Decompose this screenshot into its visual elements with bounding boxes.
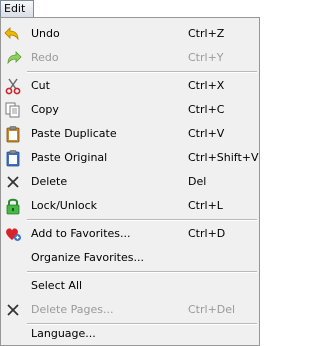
menu-item-organize-favorites[interactable]: Organize Favorites... bbox=[1, 246, 259, 270]
menu-item-shortcut: Ctrl+D bbox=[188, 227, 226, 240]
edit-menu-label: Edit bbox=[4, 2, 26, 15]
menu-item-select-all[interactable]: Select All bbox=[1, 274, 259, 298]
menu-item-label: Organize Favorites... bbox=[31, 251, 144, 264]
menu-item-shortcut: Ctrl+X bbox=[188, 79, 225, 92]
menu-item-label: Add to Favorites... bbox=[31, 227, 131, 240]
menu-item-label: Undo bbox=[31, 27, 60, 40]
menu-item-paste-duplicate[interactable]: Paste Duplicate Ctrl+V bbox=[1, 122, 259, 146]
copy-icon bbox=[4, 101, 22, 119]
menu-item-label: Paste Duplicate bbox=[31, 127, 117, 140]
menu-separator bbox=[27, 219, 257, 221]
menu-separator bbox=[27, 71, 257, 73]
menu-item-delete-pages[interactable]: Delete Pages... Ctrl+Del bbox=[1, 298, 259, 322]
scissors-icon bbox=[4, 77, 22, 95]
menu-item-label: Copy bbox=[31, 103, 59, 116]
menu-item-label: Paste Original bbox=[31, 151, 108, 164]
menu-item-label: Cut bbox=[31, 79, 50, 92]
menu-item-add-to-favorites[interactable]: Add to Favorites... Ctrl+D bbox=[1, 222, 259, 246]
menu-item-shortcut: Ctrl+Z bbox=[188, 27, 225, 40]
menu-item-cut[interactable]: Cut Ctrl+X bbox=[1, 74, 259, 98]
menu-item-label: Delete Pages... bbox=[31, 303, 114, 316]
menu-item-redo[interactable]: Redo Ctrl+Y bbox=[1, 46, 259, 70]
menu-item-delete[interactable]: Delete Del bbox=[1, 170, 259, 194]
x-icon bbox=[4, 301, 22, 319]
menu-item-label: Language... bbox=[31, 327, 96, 340]
menu-item-shortcut: Ctrl+C bbox=[188, 103, 225, 116]
menu-item-shortcut: Ctrl+L bbox=[188, 199, 223, 212]
edit-menu-button[interactable]: Edit bbox=[0, 0, 34, 17]
undo-icon bbox=[4, 25, 22, 43]
menu-item-paste-original[interactable]: Paste Original Ctrl+Shift+V bbox=[1, 146, 259, 170]
menu-item-shortcut: Ctrl+V bbox=[188, 127, 225, 140]
edit-dropdown-menu: Undo Ctrl+Z Redo Ctrl+Y Cut Ctrl+X Copy … bbox=[0, 17, 260, 346]
menu-item-shortcut: Ctrl+Del bbox=[188, 303, 236, 316]
redo-icon bbox=[4, 49, 22, 67]
menu-item-label: Lock/Unlock bbox=[31, 199, 98, 212]
clipboard-blue-icon bbox=[4, 149, 22, 167]
menu-item-shortcut: Ctrl+Y bbox=[188, 51, 224, 64]
menu-separator bbox=[27, 271, 257, 273]
menu-item-lock-unlock[interactable]: Lock/Unlock Ctrl+L bbox=[1, 194, 259, 218]
lock-icon bbox=[4, 197, 22, 215]
clipboard-icon bbox=[4, 125, 22, 143]
menu-item-copy[interactable]: Copy Ctrl+C bbox=[1, 98, 259, 122]
heart-plus-icon bbox=[4, 225, 22, 243]
x-icon bbox=[4, 173, 22, 191]
menu-bar: Edit bbox=[0, 0, 260, 17]
menu-item-label: Redo bbox=[31, 51, 59, 64]
menu-item-label: Delete bbox=[31, 175, 68, 188]
menu-item-language[interactable]: Language... bbox=[1, 320, 259, 344]
menu-item-shortcut: Del bbox=[188, 175, 207, 188]
menu-item-label: Select All bbox=[31, 279, 83, 292]
menu-item-shortcut: Ctrl+Shift+V bbox=[188, 151, 259, 164]
menu-item-undo[interactable]: Undo Ctrl+Z bbox=[1, 22, 259, 46]
